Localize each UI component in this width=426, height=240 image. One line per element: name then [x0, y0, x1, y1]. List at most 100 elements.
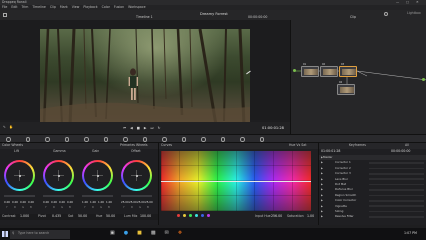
color-wheel-lift[interactable] — [4, 160, 35, 191]
lummix-value[interactable]: 100.00 — [140, 215, 151, 219]
yellow-swatch[interactable] — [183, 214, 187, 218]
mail-icon[interactable]: ✉ — [165, 230, 169, 236]
expand-arrow-icon[interactable]: ▶ — [321, 161, 323, 165]
color-wheel-gain[interactable] — [82, 160, 113, 191]
node-editor[interactable]: 01 02 03 04 05 — [290, 19, 426, 134]
cyan-swatch[interactable] — [195, 214, 199, 218]
color-wheels-title[interactable]: Color Wheels — [2, 144, 23, 148]
lightbox-label[interactable]: Lightbox — [407, 11, 421, 16]
red-swatch[interactable] — [177, 214, 181, 218]
3d-icon[interactable] — [259, 137, 264, 142]
motion-effects-icon[interactable] — [84, 137, 89, 142]
primaries-wheels-title[interactable]: Primaries Wheels — [120, 144, 148, 148]
stop-icon[interactable]: ■ — [137, 126, 140, 130]
pen-tool-icon[interactable]: ✎ — [3, 125, 6, 130]
curves-title[interactable]: Curves — [161, 144, 172, 148]
qualifier-icon[interactable] — [123, 137, 128, 142]
contrast-value[interactable]: 1.000 — [20, 215, 29, 219]
saturation-label: Saturation — [287, 214, 304, 218]
keyframe-track[interactable] — [369, 210, 424, 213]
maximize-icon[interactable]: □ — [406, 0, 409, 5]
video-frame[interactable] — [40, 28, 250, 125]
expand-arrow-icon[interactable]: ▶ — [321, 188, 323, 192]
loop-icon[interactable]: ↻ — [158, 126, 161, 130]
file-explorer-icon[interactable]: ■ — [137, 230, 142, 236]
master-slider[interactable] — [4, 195, 35, 197]
source-dot[interactable] — [293, 69, 296, 72]
skip-forward-icon[interactable]: ⏭ — [151, 126, 154, 130]
search-box[interactable]: ⚲ Type here to search — [10, 229, 70, 239]
keyframe-row[interactable]: ▶ Resolve Filter — [319, 214, 426, 219]
color-wheel-gamma[interactable] — [43, 160, 74, 191]
edge-icon[interactable]: ● — [124, 230, 128, 236]
rgb-mixer-icon[interactable] — [64, 137, 69, 142]
color-wheels-icon[interactable] — [45, 137, 50, 142]
node-04[interactable]: 04 — [337, 81, 355, 95]
channel-label: G — [100, 205, 103, 209]
keyframe-track[interactable] — [369, 199, 424, 202]
expand-arrow-icon[interactable]: ▶ — [321, 194, 323, 198]
play-icon[interactable]: ▶ — [144, 126, 147, 130]
key-icon[interactable] — [220, 137, 225, 142]
palette-icons — [6, 137, 264, 142]
minimize-icon[interactable]: — — [396, 0, 399, 5]
start-icon[interactable] — [2, 231, 8, 237]
expand-arrow-icon[interactable]: ▶ — [321, 172, 323, 176]
expand-arrow-icon[interactable]: ▶ — [321, 178, 323, 182]
keyframe-track[interactable] — [369, 194, 424, 197]
task-view-icon[interactable]: ▣ — [110, 230, 115, 236]
blue-swatch[interactable] — [201, 214, 205, 218]
step-back-icon[interactable]: ◀ — [130, 126, 133, 130]
master-slider[interactable] — [121, 195, 152, 197]
keyframe-track[interactable] — [369, 162, 424, 164]
window-icon[interactable] — [142, 137, 147, 142]
blur-icon[interactable] — [201, 137, 206, 142]
keyframe-track[interactable] — [369, 216, 424, 218]
color-match-icon[interactable] — [25, 137, 30, 142]
sizing-icon[interactable] — [240, 137, 245, 142]
keyframe-track[interactable] — [369, 205, 424, 207]
hue-value[interactable]: 50.00 — [106, 215, 115, 219]
magenta-swatch[interactable] — [207, 214, 211, 218]
all-filter[interactable]: All — [405, 144, 409, 148]
resolve-icon[interactable]: ❖ — [178, 230, 182, 236]
magic-mask-icon[interactable] — [181, 137, 186, 142]
keyframe-track[interactable] — [369, 183, 424, 186]
grid-icon[interactable] — [3, 12, 7, 17]
tracker-icon[interactable] — [162, 137, 167, 142]
pivot-value[interactable]: 0.435 — [52, 215, 61, 219]
curves-icon[interactable] — [103, 137, 108, 142]
keyframe-track[interactable] — [369, 172, 424, 175]
close-icon[interactable]: ✕ — [416, 0, 419, 5]
store-icon[interactable]: ▩ — [151, 230, 156, 236]
master-slider[interactable] — [82, 195, 113, 197]
expand-arrow-icon[interactable]: ▶ — [321, 167, 323, 171]
node-03[interactable]: 03 — [339, 63, 357, 77]
expand-arrow-icon[interactable]: ▶ — [321, 205, 323, 209]
keyframe-track[interactable] — [369, 178, 424, 180]
curve-line[interactable] — [161, 180, 311, 182]
output-dot[interactable] — [422, 78, 425, 81]
expand-arrow-icon[interactable]: ▶ — [321, 199, 323, 203]
green-swatch[interactable] — [189, 214, 193, 218]
expand-arrow-icon[interactable]: ▶ — [321, 215, 323, 219]
keyframe-track[interactable] — [369, 189, 424, 191]
hue-vs-sat-graph[interactable] — [161, 151, 311, 211]
expand-arrow-icon[interactable]: ▶ — [321, 210, 323, 214]
keyframes-title[interactable]: Keyframes — [349, 144, 366, 148]
keyframe-track[interactable] — [369, 167, 424, 170]
color-wheel-offset[interactable] — [121, 160, 152, 191]
master-slider[interactable] — [43, 195, 74, 197]
node-02[interactable]: 02 — [320, 63, 338, 77]
sat-value[interactable]: 50.00 — [78, 215, 87, 219]
settings-icon[interactable] — [384, 11, 388, 16]
skip-back-icon[interactable]: ⏮ — [123, 126, 126, 130]
saturation-value[interactable]: 1.00 — [307, 214, 314, 219]
input-hue-value[interactable]: 256.00 — [271, 214, 282, 219]
hand-tool-icon[interactable]: ✋ — [9, 125, 13, 130]
expand-arrow-icon[interactable]: ▶ — [321, 183, 323, 187]
camera-raw-icon[interactable] — [6, 137, 11, 142]
viewer-header: Timeline 1 Dreamy Forrest 00:00:00:00 Cl… — [0, 9, 426, 20]
node-01[interactable]: 01 — [301, 63, 319, 77]
hue-vs-sat-title[interactable]: Hue Vs Sat — [289, 144, 306, 148]
